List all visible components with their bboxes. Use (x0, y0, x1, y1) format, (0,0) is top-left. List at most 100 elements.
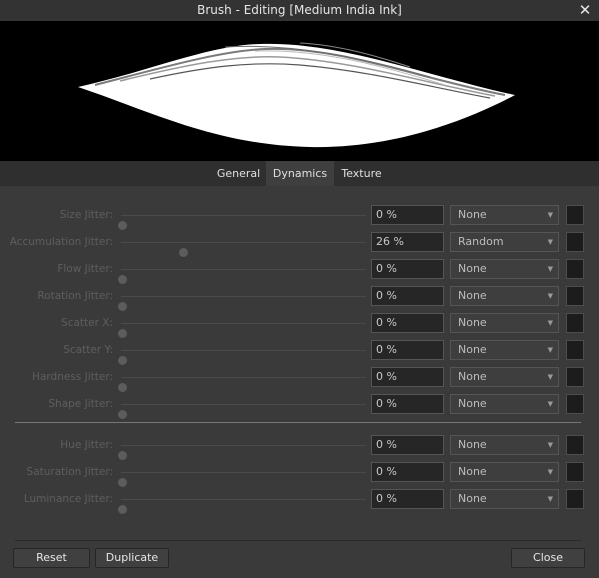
size-jitter-row: Size Jitter: 0 % None ▼ (0, 204, 599, 230)
duplicate-button[interactable]: Duplicate (95, 548, 169, 568)
luminance-jitter-value[interactable]: 0 % (371, 489, 444, 509)
tab-general[interactable]: General (211, 161, 266, 186)
scatter-x-controller[interactable]: None ▼ (450, 313, 559, 333)
accumulation-jitter-row: Accumulation Jitter: 26 % Random ▼ (0, 231, 599, 257)
scatter-x-swatch[interactable] (566, 313, 584, 333)
hardness-jitter-slider[interactable] (118, 377, 366, 392)
scatter-y-controller[interactable]: None ▼ (450, 340, 559, 360)
shape-jitter-swatch[interactable] (566, 394, 584, 414)
flow-jitter-controller[interactable]: None ▼ (450, 259, 559, 279)
scatter-x-row: Scatter X: 0 % None ▼ (0, 312, 599, 338)
slider-handle[interactable] (118, 221, 127, 230)
saturation-jitter-slider[interactable] (118, 472, 366, 487)
hue-jitter-slider[interactable] (118, 445, 366, 460)
chevron-down-icon: ▼ (547, 238, 553, 246)
chevron-down-icon: ▼ (547, 441, 553, 449)
slider-handle[interactable] (118, 451, 127, 460)
close-button[interactable]: Close (511, 548, 585, 568)
slider-handle[interactable] (118, 478, 127, 487)
rotation-jitter-controller[interactable]: None ▼ (450, 286, 559, 306)
scatter-y-value[interactable]: 0 % (371, 340, 444, 360)
accumulation-jitter-controller-value: Random (458, 235, 504, 248)
slider-handle[interactable] (118, 329, 127, 338)
accumulation-jitter-value[interactable]: 26 % (371, 232, 444, 252)
hue-jitter-value[interactable]: 0 % (371, 435, 444, 455)
chevron-down-icon: ▼ (547, 346, 553, 354)
tab-dynamics[interactable]: Dynamics (266, 161, 334, 186)
scatter-x-slider[interactable] (118, 323, 366, 338)
accumulation-jitter-label: Accumulation Jitter: (9, 236, 113, 248)
size-jitter-label: Size Jitter: (59, 209, 113, 221)
hardness-jitter-swatch[interactable] (566, 367, 584, 387)
scatter-x-value[interactable]: 0 % (371, 313, 444, 333)
shape-jitter-label: Shape Jitter: (48, 398, 113, 410)
shape-jitter-value[interactable]: 0 % (371, 394, 444, 414)
hue-jitter-swatch[interactable] (566, 435, 584, 455)
brush-preview (0, 21, 599, 161)
slider-handle[interactable] (118, 505, 127, 514)
luminance-jitter-swatch[interactable] (566, 489, 584, 509)
size-jitter-controller[interactable]: None ▼ (450, 205, 559, 225)
size-jitter-controller-value: None (458, 208, 487, 221)
chevron-down-icon: ▼ (547, 211, 553, 219)
accumulation-jitter-controller[interactable]: Random ▼ (450, 232, 559, 252)
slider-handle[interactable] (118, 356, 127, 365)
luminance-jitter-label: Luminance Jitter: (23, 493, 113, 505)
accumulation-jitter-slider[interactable] (121, 242, 366, 257)
flow-jitter-controller-value: None (458, 262, 487, 275)
chevron-down-icon: ▼ (547, 400, 553, 408)
luminance-jitter-controller-value: None (458, 492, 487, 505)
rotation-jitter-swatch[interactable] (566, 286, 584, 306)
tab-bar: General Dynamics Texture (0, 161, 599, 186)
size-jitter-slider[interactable] (118, 215, 366, 230)
scatter-x-controller-value: None (458, 316, 487, 329)
hardness-jitter-controller-value: None (458, 370, 487, 383)
chevron-down-icon: ▼ (547, 319, 553, 327)
scatter-y-label: Scatter Y: (63, 344, 113, 356)
scatter-y-row: Scatter Y: 0 % None ▼ (0, 339, 599, 365)
slider-handle[interactable] (118, 302, 127, 311)
flow-jitter-value[interactable]: 0 % (371, 259, 444, 279)
luminance-jitter-controller[interactable]: None ▼ (450, 489, 559, 509)
slider-handle[interactable] (118, 275, 127, 284)
rotation-jitter-label: Rotation Jitter: (37, 290, 113, 302)
flow-jitter-slider[interactable] (118, 269, 366, 284)
rotation-jitter-value[interactable]: 0 % (371, 286, 444, 306)
luminance-jitter-slider[interactable] (118, 499, 366, 514)
flow-jitter-swatch[interactable] (566, 259, 584, 279)
slider-handle[interactable] (118, 383, 127, 392)
rotation-jitter-slider[interactable] (118, 296, 366, 311)
saturation-jitter-swatch[interactable] (566, 462, 584, 482)
scatter-y-slider[interactable] (118, 350, 366, 365)
section-divider (15, 422, 581, 423)
chevron-down-icon: ▼ (547, 495, 553, 503)
slider-handle[interactable] (179, 248, 188, 257)
brush-stroke-preview (78, 42, 515, 148)
size-jitter-value[interactable]: 0 % (371, 205, 444, 225)
close-icon[interactable]: ✕ (577, 0, 593, 21)
window-title: Brush - Editing [Medium India Ink] (197, 3, 402, 17)
hardness-jitter-controller[interactable]: None ▼ (450, 367, 559, 387)
scatter-y-swatch[interactable] (566, 340, 584, 360)
saturation-jitter-controller-value: None (458, 465, 487, 478)
tab-texture[interactable]: Texture (334, 161, 389, 186)
hardness-jitter-value[interactable]: 0 % (371, 367, 444, 387)
size-jitter-swatch[interactable] (566, 205, 584, 225)
reset-button[interactable]: Reset (13, 548, 90, 568)
accumulation-jitter-swatch[interactable] (566, 232, 584, 252)
dynamics-panel: Size Jitter: 0 % None ▼ Accumulation Jitt… (0, 186, 599, 578)
shape-jitter-controller-value: None (458, 397, 487, 410)
shape-jitter-slider[interactable] (118, 404, 366, 419)
hue-jitter-controller[interactable]: None ▼ (450, 435, 559, 455)
shape-jitter-controller[interactable]: None ▼ (450, 394, 559, 414)
saturation-jitter-label: Saturation Jitter: (26, 466, 113, 478)
hardness-jitter-label: Hardness Jitter: (32, 371, 113, 383)
slider-handle[interactable] (118, 410, 127, 419)
hue-jitter-row: Hue Jitter: 0 % None ▼ (0, 434, 599, 460)
saturation-jitter-controller[interactable]: None ▼ (450, 462, 559, 482)
chevron-down-icon: ▼ (547, 373, 553, 381)
shape-jitter-row: Shape Jitter: 0 % None ▼ (0, 393, 599, 419)
hardness-jitter-row: Hardness Jitter: 0 % None ▼ (0, 366, 599, 392)
saturation-jitter-value[interactable]: 0 % (371, 462, 444, 482)
footer-divider (15, 540, 581, 541)
